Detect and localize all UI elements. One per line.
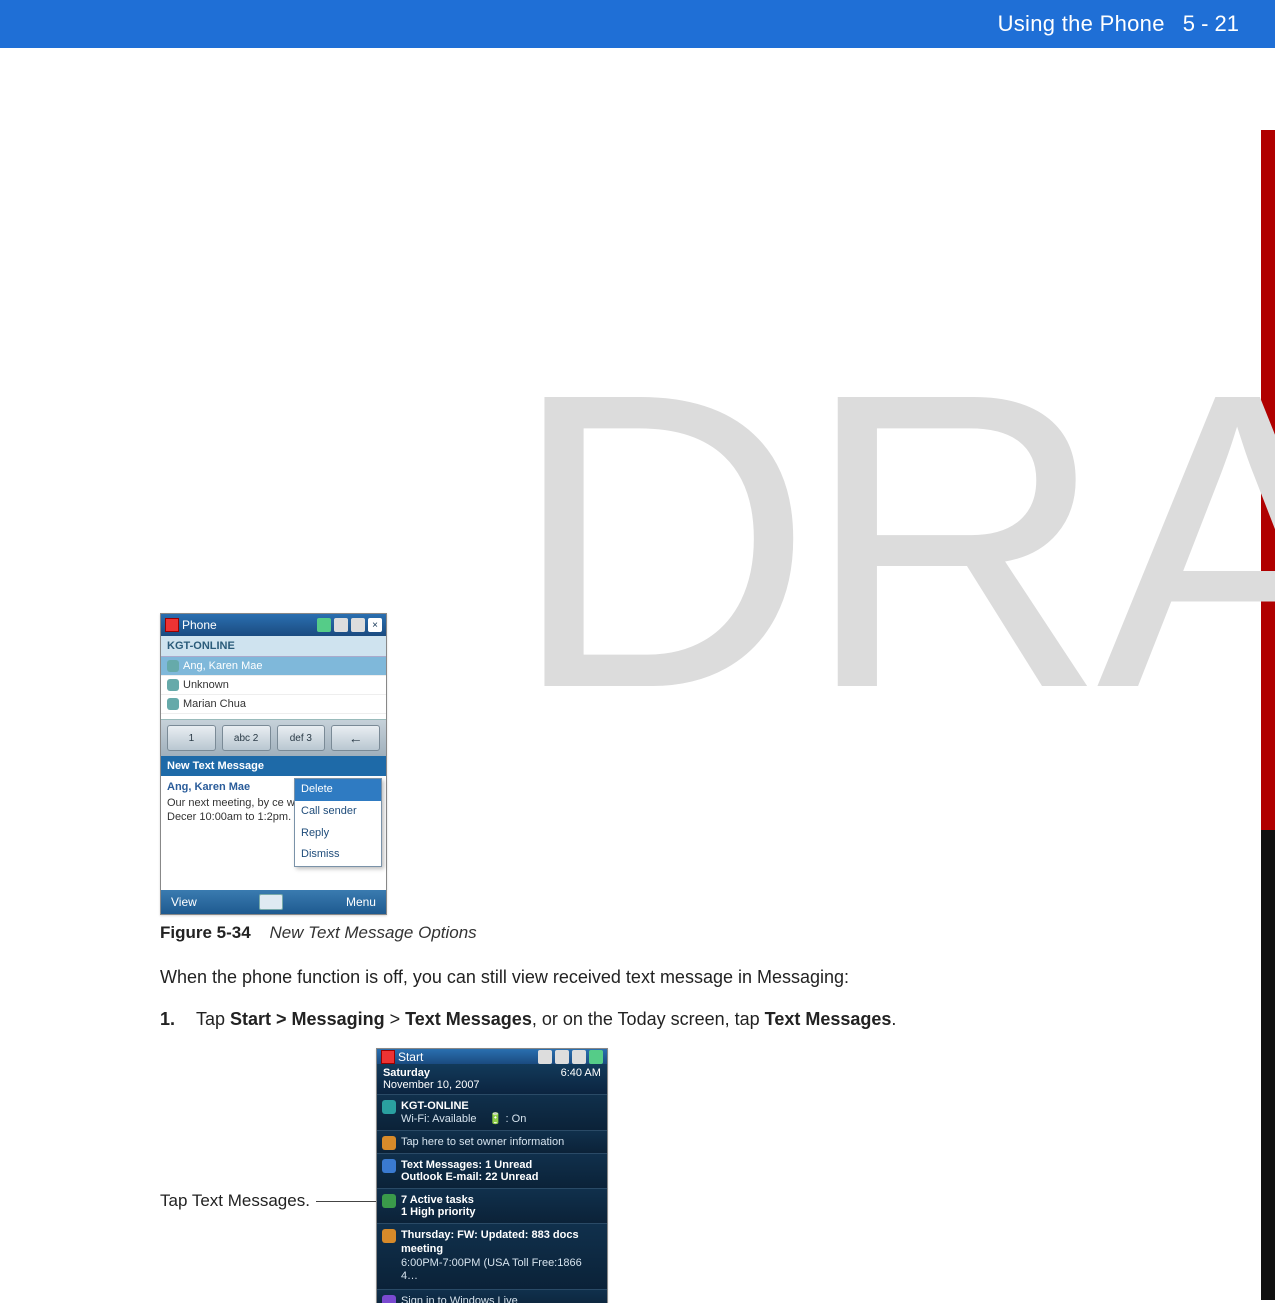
dial-key-3[interactable]: def 3: [277, 725, 326, 751]
titlebar-text: Start: [398, 1050, 535, 1064]
header-page: 5 - 21: [1183, 11, 1239, 37]
tasks-icon: [382, 1194, 396, 1208]
softkey-left[interactable]: View: [171, 895, 197, 909]
close-icon[interactable]: ×: [368, 618, 382, 632]
volume-icon: [351, 618, 365, 632]
today-row-live[interactable]: Sign in to Windows Live: [377, 1289, 607, 1303]
menu-reply[interactable]: Reply: [295, 823, 381, 845]
today-row-network[interactable]: KGT-ONLINEWi-Fi: Available 🔋 : On: [377, 1094, 607, 1130]
start-icon: [381, 1050, 395, 1064]
today-date-row[interactable]: SaturdayNovember 10, 2007 6:40 AM: [377, 1064, 607, 1094]
start-icon: [165, 618, 179, 632]
notification-header: New Text Message: [161, 756, 386, 776]
today-row-owner[interactable]: Tap here to set owner information: [377, 1130, 607, 1153]
contact-name: Unknown: [183, 679, 229, 691]
message-icon: [382, 1159, 396, 1173]
titlebar-text: Phone: [182, 618, 314, 632]
owner-icon: [382, 1136, 396, 1150]
contact-list: Ang, Karen Mae Unknown Marian Chua: [161, 657, 386, 720]
calendar-icon: [382, 1229, 396, 1243]
softkey-bar: View Menu: [161, 890, 386, 914]
menu-call-sender[interactable]: Call sender: [295, 801, 381, 823]
side-tab-red: [1261, 130, 1275, 830]
draft-watermark: DRAFT: [510, 300, 1275, 783]
contact-name: Ang, Karen Mae: [183, 660, 263, 672]
dialpad-row: 1 abc 2 def 3 ←: [161, 720, 386, 756]
today-row-tasks[interactable]: 7 Active tasks1 High priority: [377, 1188, 607, 1223]
contact-row[interactable]: Unknown: [161, 676, 386, 695]
message-preview: Ang, Karen Mae Our next meeting, by ce w…: [161, 776, 386, 890]
phone-icon: [167, 679, 179, 691]
live-icon: [382, 1295, 396, 1303]
volume-icon: [572, 1050, 586, 1064]
keyboard-icon[interactable]: [259, 894, 283, 910]
intro-paragraph: When the phone function is off, you can …: [160, 965, 1120, 989]
contact-name: Marian Chua: [183, 698, 246, 710]
titlebar: Start: [377, 1049, 607, 1064]
signal-icon: [334, 618, 348, 632]
contact-row[interactable]: Marian Chua: [161, 695, 386, 714]
context-menu: Delete Call sender Reply Dismiss: [294, 778, 382, 867]
today-row-messages[interactable]: Text Messages: 1 UnreadOutlook E-mail: 2…: [377, 1153, 607, 1188]
step-1: 1. Tap Start > Messaging > Text Messages…: [160, 1009, 1120, 1030]
carrier-label: KGT-ONLINE: [161, 636, 386, 657]
screenshot-today-screen: Start SaturdayNovember 10, 2007 6:40 AM …: [376, 1048, 608, 1303]
page-header: Using the Phone 5 - 21: [0, 0, 1275, 48]
step-body: Tap Start > Messaging > Text Messages, o…: [196, 1009, 1120, 1030]
battery-icon: [589, 1050, 603, 1064]
dial-key-1[interactable]: 1: [167, 725, 216, 751]
battery-icon: [317, 618, 331, 632]
dial-backspace[interactable]: ←: [331, 725, 380, 751]
callout-text: Tap Text Messages.: [160, 1191, 310, 1211]
figure-label: Figure 5-34: [160, 923, 251, 942]
today-time: 6:40 AM: [561, 1067, 601, 1091]
dial-key-2[interactable]: abc 2: [222, 725, 271, 751]
header-title: Using the Phone: [998, 11, 1165, 37]
today-row-calendar[interactable]: Thursday: FW: Updated: 883 docs meeting6…: [377, 1223, 607, 1289]
screenshot-phone-context-menu: Phone × KGT-ONLINE Ang, Karen Mae Unknow…: [160, 613, 387, 915]
network-icon: [382, 1100, 396, 1114]
contact-row[interactable]: Ang, Karen Mae: [161, 657, 386, 676]
phone-icon: [167, 698, 179, 710]
softkey-right[interactable]: Menu: [346, 895, 376, 909]
figure-caption: Figure 5-34 New Text Message Options: [160, 923, 1120, 943]
step-number: 1.: [160, 1009, 182, 1030]
sync-icon: [538, 1050, 552, 1064]
menu-delete[interactable]: Delete: [295, 779, 381, 801]
signal-icon: [555, 1050, 569, 1064]
side-tab-dark: [1261, 830, 1275, 1300]
phone-icon: [167, 660, 179, 672]
menu-dismiss[interactable]: Dismiss: [295, 844, 381, 866]
figure-title: New Text Message Options: [269, 923, 476, 942]
callout-leader-line: [316, 1201, 376, 1202]
titlebar: Phone ×: [161, 614, 386, 636]
